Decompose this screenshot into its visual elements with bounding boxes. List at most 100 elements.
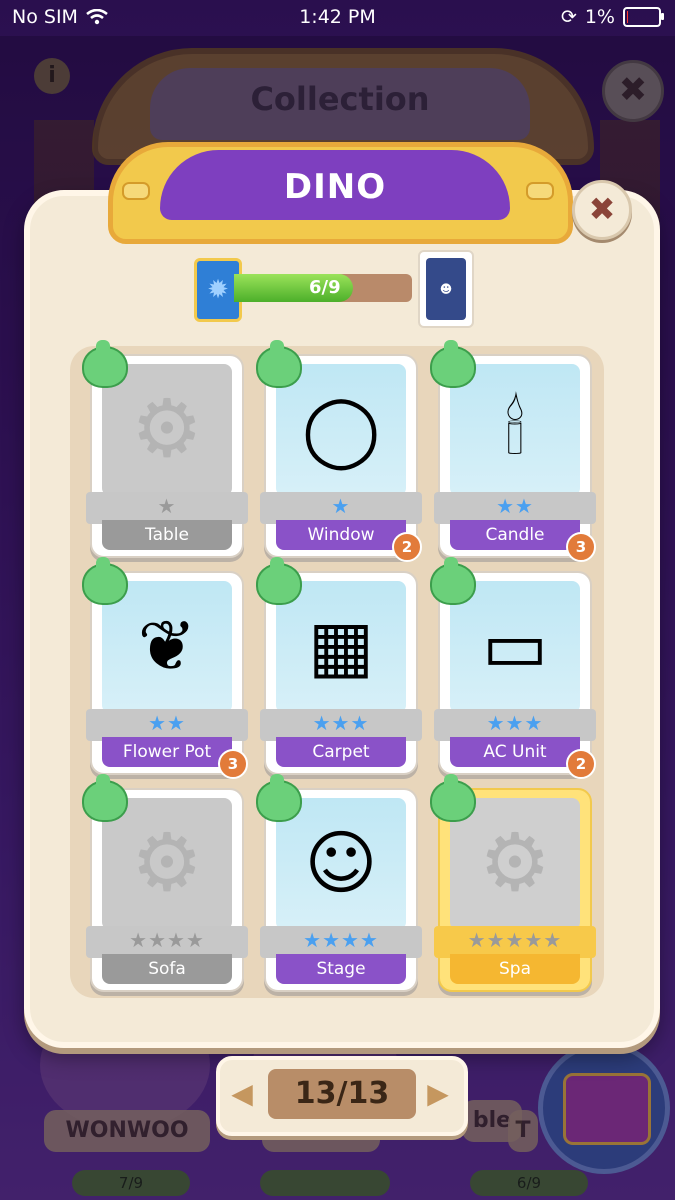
star-icon: ★ [167,928,186,952]
star-icon: ★ [350,711,370,735]
battery-percent: 1% [584,6,615,28]
gear-icon: ⚙ [131,382,203,475]
status-right: ⟳ 1% [560,6,664,28]
card-label: Spa [450,954,580,984]
dino-icon [82,340,128,388]
card-art: ⚙ [450,798,580,930]
dino-icon [256,557,302,605]
star-rating: ★★★★ [266,928,416,952]
star-icon: ★ [322,928,341,952]
star-icon: ★ [524,711,544,735]
card-label: AC Unit [450,737,580,767]
star-icon: ★ [148,928,167,952]
star-icon: ★ [543,928,563,952]
dino-icon [430,557,476,605]
star-icon: ★ [167,711,186,735]
star-icon: ★ [505,928,525,952]
dino-icon [82,557,128,605]
card-label: Sofa [102,954,232,984]
reward-card[interactable]: ☻ [418,250,474,328]
bolt-icon [122,182,150,200]
page-selector: ◀ 13/13 ▶ [216,1056,468,1136]
rotation-lock-icon: ⟳ [560,6,577,28]
dino-icon [430,340,476,388]
star-icon: ★ [129,928,149,952]
star-icon: ★ [341,928,360,952]
star-icon: ★ [496,494,515,518]
card-art: ☺ [276,798,406,930]
collection-card-candle[interactable]: 🕯 ★★ Candle 3 [430,340,596,562]
star-rating: ★★★★★ [440,928,590,952]
dino-icon [256,340,302,388]
card-art: 🕯 [450,364,580,496]
star-rating: ★★★ [440,711,590,735]
carpet-icon: ▦ [307,605,375,687]
collection-card-spa[interactable]: ⚙ ★★★★★ Spa [430,774,596,992]
collection-card-flower-pot[interactable]: ❦ ★★ Flower Pot 3 [82,557,248,779]
collection-card-table[interactable]: ⚙ ★ Table [82,340,248,558]
gear-icon: ⚙ [479,816,551,909]
dino-icon [256,774,302,822]
star-rating: ★★ [92,711,242,735]
status-bar: No SIM 1:42 PM ⟳ 1% [0,0,675,36]
close-button[interactable]: ✖ [572,180,632,240]
star-rating: ★ [266,494,416,518]
collection-card-ac-unit[interactable]: ▭ ★★★ AC Unit 2 [430,557,596,779]
card-art: ❦ [102,581,232,713]
collection-card-window[interactable]: ◯ ★ Window 2 [256,340,422,562]
card-art: ▦ [276,581,406,713]
card-art: ▭ [450,581,580,713]
star-rating: ★★★ [266,711,416,735]
card-label: Stage [276,954,406,984]
collection-card-carpet[interactable]: ▦ ★★★ Carpet [256,557,422,775]
star-icon: ★ [148,711,167,735]
star-icon: ★ [157,494,177,518]
card-label: Candle [450,520,580,550]
card-label: Window [276,520,406,550]
star-icon: ★ [486,711,506,735]
dino-icon [430,774,476,822]
candle-icon: 🕯 [505,388,525,470]
card-label: Table [102,520,232,550]
ac-unit-icon: ▭ [481,605,549,687]
star-icon: ★ [505,711,525,735]
dino-icon [82,774,128,822]
next-page-button[interactable]: ▶ [422,1078,454,1110]
count-badge: 2 [566,749,596,779]
prev-page-button[interactable]: ◀ [226,1078,258,1110]
star-rating: ★★★★ [92,928,242,952]
card-label: Carpet [276,737,406,767]
card-art: ◯ [276,364,406,496]
star-icon: ★ [467,928,487,952]
star-icon: ★ [486,928,506,952]
gear-icon: ⚙ [131,816,203,909]
card-art: ⚙ [102,364,232,496]
collection-card-stage[interactable]: ☺ ★★★★ Stage [256,774,422,992]
star-rating: ★ [92,494,242,518]
star-icon: ★ [331,494,351,518]
bolt-icon [526,182,554,200]
battery-icon [623,7,664,27]
star-icon: ★ [331,711,351,735]
plant-icon: ❦ [137,605,197,687]
progress-bar: 6/9 [234,274,412,302]
star-icon: ★ [185,928,205,952]
star-icon: ★ [312,711,332,735]
progress-text: 6/9 [309,277,341,298]
window-icon: ◯ [301,388,381,470]
member-title: DINO [160,150,510,220]
card-label: Flower Pot [102,737,232,767]
count-badge: 3 [566,532,596,562]
count-badge: 3 [218,749,248,779]
character-icon: ☺ [304,822,378,904]
star-icon: ★ [524,928,544,952]
collection-card-sofa[interactable]: ⚙ ★★★★ Sofa [82,774,248,992]
star-icon: ★ [515,494,534,518]
star-icon: ★ [303,928,323,952]
count-badge: 2 [392,532,422,562]
star-rating: ★★ [440,494,590,518]
card-art: ⚙ [102,798,232,930]
reward-character-icon: ☻ [426,258,466,320]
star-icon: ★ [359,928,379,952]
page-indicator: 13/13 [268,1069,416,1119]
